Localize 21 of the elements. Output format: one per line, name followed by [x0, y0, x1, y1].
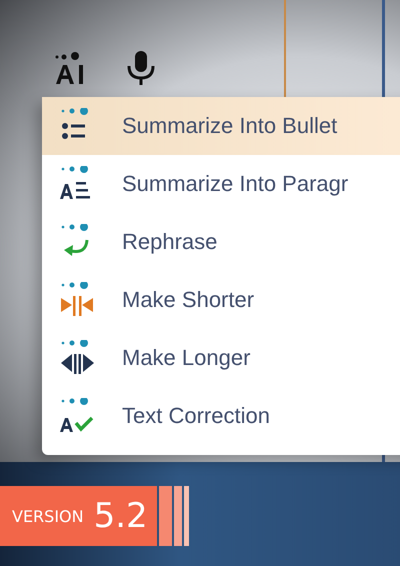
version-number: 5.2 — [94, 496, 148, 536]
menu-item-label: Summarize Into Bullet — [122, 113, 338, 139]
version-label: VERSION — [12, 506, 84, 526]
menu-item-label: Rephrase — [122, 229, 218, 255]
banner-stripe — [184, 486, 189, 546]
correction-icon — [60, 398, 96, 434]
menu-item-label: Text Correction — [122, 403, 270, 429]
menu-item-label: Make Longer — [122, 345, 250, 371]
menu-item[interactable]: Text Correction — [42, 387, 400, 445]
banner-stripe — [174, 486, 182, 546]
menu-item[interactable]: Summarize Into Paragr — [42, 155, 400, 213]
menu-item[interactable]: Rephrase — [42, 213, 400, 271]
menu-item[interactable]: Make Longer — [42, 329, 400, 387]
longer-icon — [60, 340, 96, 376]
menu-item-label: Summarize Into Paragr — [122, 171, 348, 197]
menu-item[interactable]: Make Shorter — [42, 271, 400, 329]
menu-item[interactable]: Summarize Into Bullet — [42, 97, 400, 155]
shorter-icon — [60, 282, 96, 318]
menu-item-label: Make Shorter — [122, 287, 254, 313]
banner-stripe — [159, 486, 172, 546]
microphone-icon[interactable] — [126, 50, 156, 86]
